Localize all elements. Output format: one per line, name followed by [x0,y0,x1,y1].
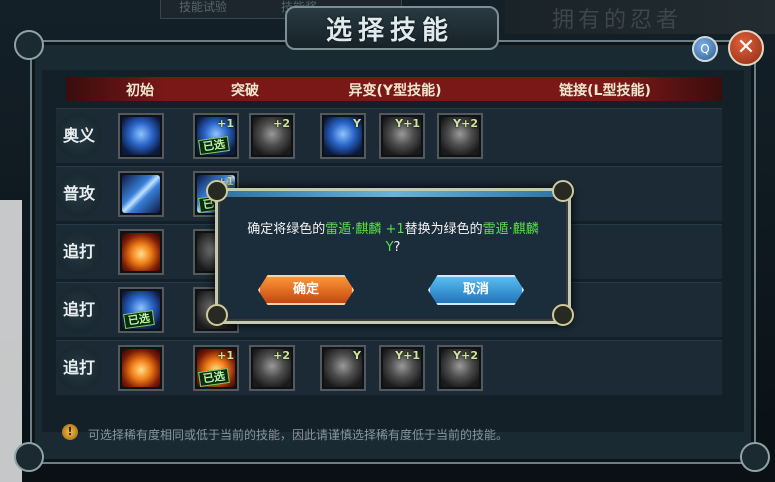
dialog-top-bar [218,191,568,197]
skill-badge: +2 [273,349,290,362]
ornament-icon [552,304,574,326]
skill-slot[interactable]: +2 [249,345,295,391]
ornament-icon [552,180,574,202]
ornament-icon [14,442,44,472]
info-icon: ! [62,424,78,440]
row-label: 普攻 [56,171,102,217]
row-label: 追打 [56,345,102,391]
skill-badge: +1 [217,349,234,362]
skill-badge: Y [353,349,361,362]
ornament-icon [206,304,228,326]
skill-slot[interactable]: +1 已选 [193,113,239,159]
panel-title: 选择技能 [325,16,454,46]
column-header-breakthrough: 突破 [231,83,259,99]
ornament-icon [14,30,44,60]
row-label: 奥义 [56,113,102,159]
row-label: 追打 [56,229,102,275]
column-header-initial: 初始 [126,83,154,99]
dialog-message: 确定将绿色的雷遁·麒麟 +1替换为绿色的雷遁·麒麟 Y? [236,221,550,257]
message-text: 替换为绿色的 [404,222,483,237]
ornament-icon [740,442,770,472]
skill-row-follow-up-3: 追打 +1 已选 +2 Y Y+1 Y+2 [56,340,722,395]
blue-beast-icon [122,117,160,155]
skill-slot[interactable] [118,171,164,217]
new-skill-suffix: Y [385,240,394,255]
skill-badge: Y+1 [395,349,420,362]
skill-badge: Y+1 [395,117,420,130]
background-scroll [0,200,22,482]
column-header-mutation: 异变(Y型技能) [348,83,442,99]
skill-slot[interactable] [118,113,164,159]
confirm-button[interactable]: 确定 [258,275,354,305]
skill-slot[interactable]: Y [320,345,366,391]
background-tab: 技能试验 [179,0,228,14]
skill-slot[interactable]: Y+1 [379,113,425,159]
message-text: 确定将绿色的 [247,222,326,237]
background-title: 拥有的忍者 [552,8,683,33]
skill-slot[interactable]: Y+1 [379,345,425,391]
skill-slot[interactable]: Y+2 [437,345,483,391]
skill-slot[interactable]: +1 已选 [193,345,239,391]
skill-slot[interactable]: Y+2 [437,113,483,159]
skill-badge: Y+2 [453,349,478,362]
close-button[interactable]: ✕ [728,30,764,66]
fireball-icon [122,349,160,387]
fireball-icon [122,233,160,271]
skill-slot[interactable]: +2 [249,113,295,159]
help-button[interactable]: Q [692,36,718,62]
confirm-dialog: 确定将绿色的雷遁·麒麟 +1替换为绿色的雷遁·麒麟 Y? 确定 取消 [215,188,571,324]
column-header-link: 链接(L型技能) [559,83,651,99]
skill-slot[interactable] [118,229,164,275]
skill-badge: Y [353,117,361,130]
skill-badge: +2 [273,117,290,130]
skill-slot[interactable]: 已选 [118,287,164,333]
ornament-icon [206,180,228,202]
skill-slot[interactable]: Y [320,113,366,159]
skill-slot[interactable] [118,345,164,391]
skill-badge: +1 [217,117,234,130]
skill-badge: Y+2 [453,117,478,130]
old-skill-name: 雷遁·麒麟 +1 [325,222,405,237]
row-label: 追打 [56,287,102,333]
cancel-button[interactable]: 取消 [428,275,524,305]
new-skill-name: 雷遁·麒麟 [482,222,539,237]
skill-row-ougi: 奥义 +1 已选 +2 Y Y+1 Y+2 [56,108,722,163]
lightning-icon [122,175,160,213]
message-end: ? [393,240,401,255]
tip-text: 可选择稀有度相同或低于当前的技能，因此请谨慎选择稀有度低于当前的技能。 [88,428,509,442]
